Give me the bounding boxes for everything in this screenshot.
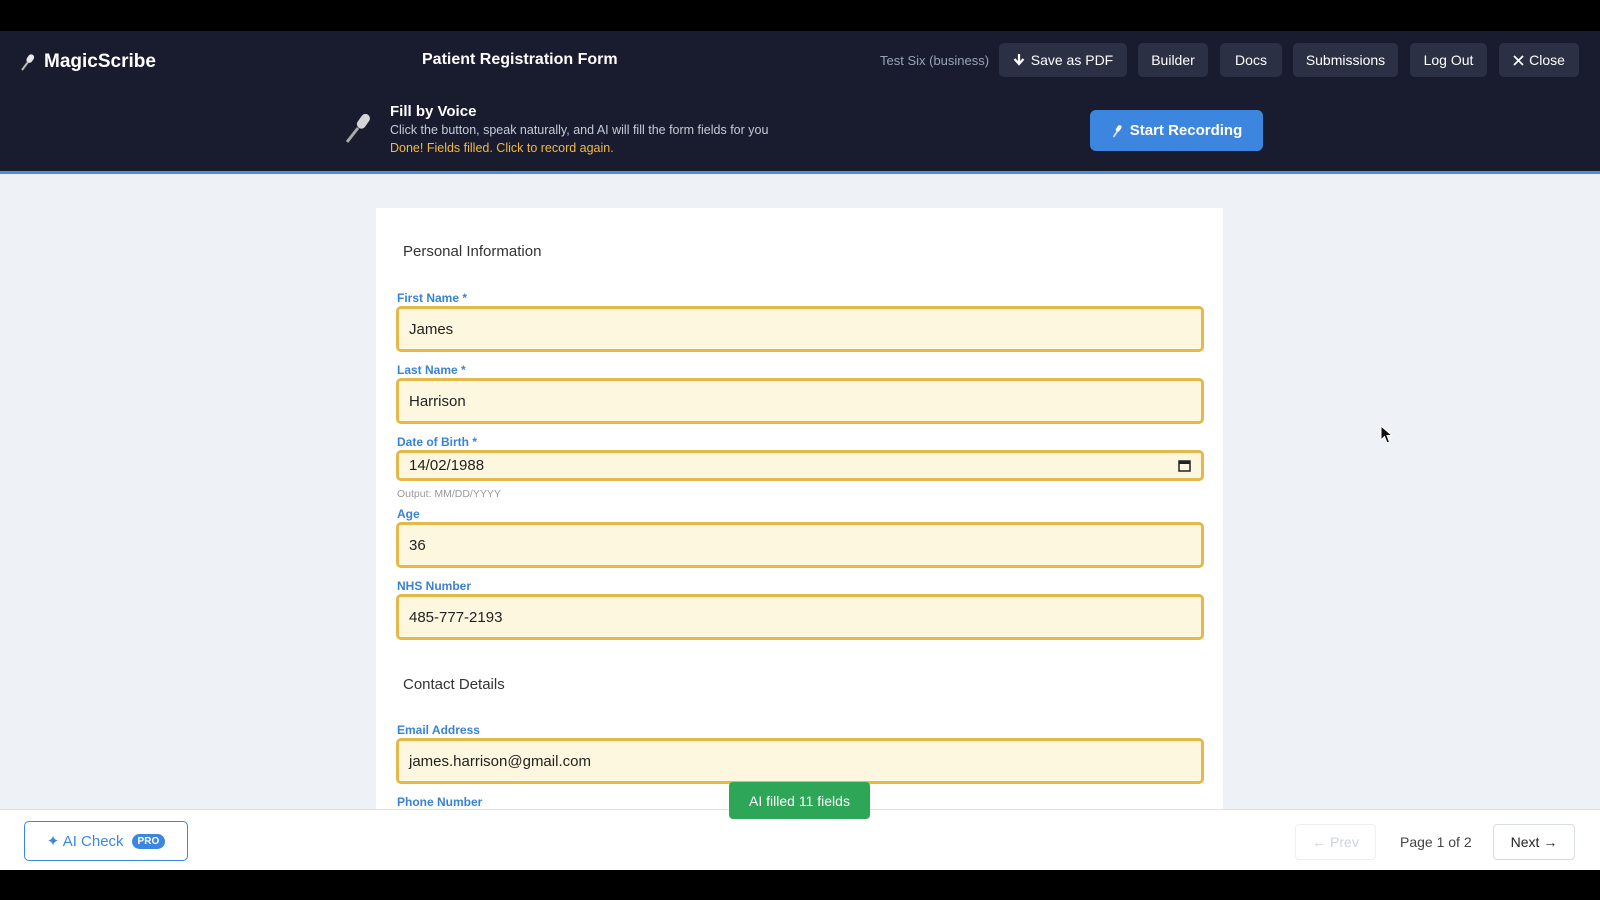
docs-button[interactable]: Docs bbox=[1220, 43, 1282, 77]
email-address-label: Email Address bbox=[397, 723, 480, 737]
section-heading-personal: Personal Information bbox=[403, 243, 542, 260]
download-arrow-icon bbox=[1013, 54, 1025, 66]
calendar-icon[interactable] bbox=[1178, 459, 1191, 472]
age-label: Age bbox=[397, 507, 420, 521]
first-name-label: First Name * bbox=[397, 291, 468, 305]
builder-button[interactable]: Builder bbox=[1138, 43, 1208, 77]
voice-status[interactable]: Done! Fields filled. Click to record aga… bbox=[390, 141, 614, 155]
last-name-input[interactable]: Harrison bbox=[396, 378, 1204, 424]
prev-button[interactable]: ← Prev bbox=[1295, 824, 1376, 860]
mouse-cursor-icon bbox=[1380, 425, 1394, 444]
date-format-hint: Output: MM/DD/YYYY bbox=[397, 488, 501, 500]
date-of-birth-input[interactable]: 14/02/1988 bbox=[396, 450, 1204, 481]
nhs-number-input[interactable]: 485-777-2193 bbox=[396, 594, 1204, 640]
date-of-birth-value: 14/02/1988 bbox=[409, 457, 485, 474]
save-as-pdf-label: Save as PDF bbox=[1030, 52, 1114, 68]
brand-logo[interactable]: MagicScribe bbox=[18, 49, 156, 75]
form-title: Patient Registration Form bbox=[422, 51, 618, 68]
pro-badge: PRO bbox=[131, 833, 166, 849]
start-recording-button[interactable]: Start Recording bbox=[1090, 110, 1263, 151]
microphone-icon bbox=[1112, 124, 1122, 137]
first-name-input[interactable]: James bbox=[396, 306, 1204, 352]
date-of-birth-label: Date of Birth * bbox=[397, 435, 478, 449]
age-input[interactable]: 36 bbox=[396, 522, 1204, 568]
form-card: Personal Information First Name * James … bbox=[376, 208, 1223, 840]
next-button[interactable]: Next → bbox=[1493, 824, 1575, 860]
microphone-icon bbox=[21, 54, 35, 71]
email-address-input[interactable]: james.harrison@gmail.com bbox=[396, 738, 1204, 784]
page-indicator: Page 1 of 2 bbox=[1400, 834, 1472, 850]
last-name-label: Last Name * bbox=[397, 363, 466, 377]
close-button[interactable]: Close bbox=[1499, 43, 1579, 77]
submissions-button[interactable]: Submissions bbox=[1293, 43, 1398, 77]
start-recording-label: Start Recording bbox=[1129, 122, 1243, 139]
x-icon bbox=[1513, 54, 1524, 66]
ai-filled-toast: AI filled 11 fields bbox=[729, 782, 870, 819]
section-heading-contact: Contact Details bbox=[403, 676, 505, 693]
top-bar: MagicScribe Patient Registration Form Te… bbox=[0, 31, 1600, 174]
close-label: Close bbox=[1529, 52, 1565, 68]
brand-name: MagicScribe bbox=[44, 51, 156, 72]
save-as-pdf-button[interactable]: Save as PDF bbox=[999, 43, 1127, 77]
log-out-button[interactable]: Log Out bbox=[1410, 43, 1487, 77]
voice-title: Fill by Voice bbox=[390, 103, 477, 120]
app-window: MagicScribe Patient Registration Form Te… bbox=[0, 31, 1600, 870]
phone-number-label: Phone Number bbox=[397, 795, 483, 809]
account-label: Test Six (business) bbox=[880, 53, 990, 68]
voice-description: Click the button, speak naturally, and A… bbox=[390, 123, 769, 137]
nhs-number-label: NHS Number bbox=[397, 579, 472, 593]
ai-check-button[interactable]: ✦ AI Check PRO bbox=[24, 821, 188, 861]
ai-check-label: ✦ AI Check bbox=[46, 833, 124, 850]
microphone-icon bbox=[345, 113, 370, 143]
